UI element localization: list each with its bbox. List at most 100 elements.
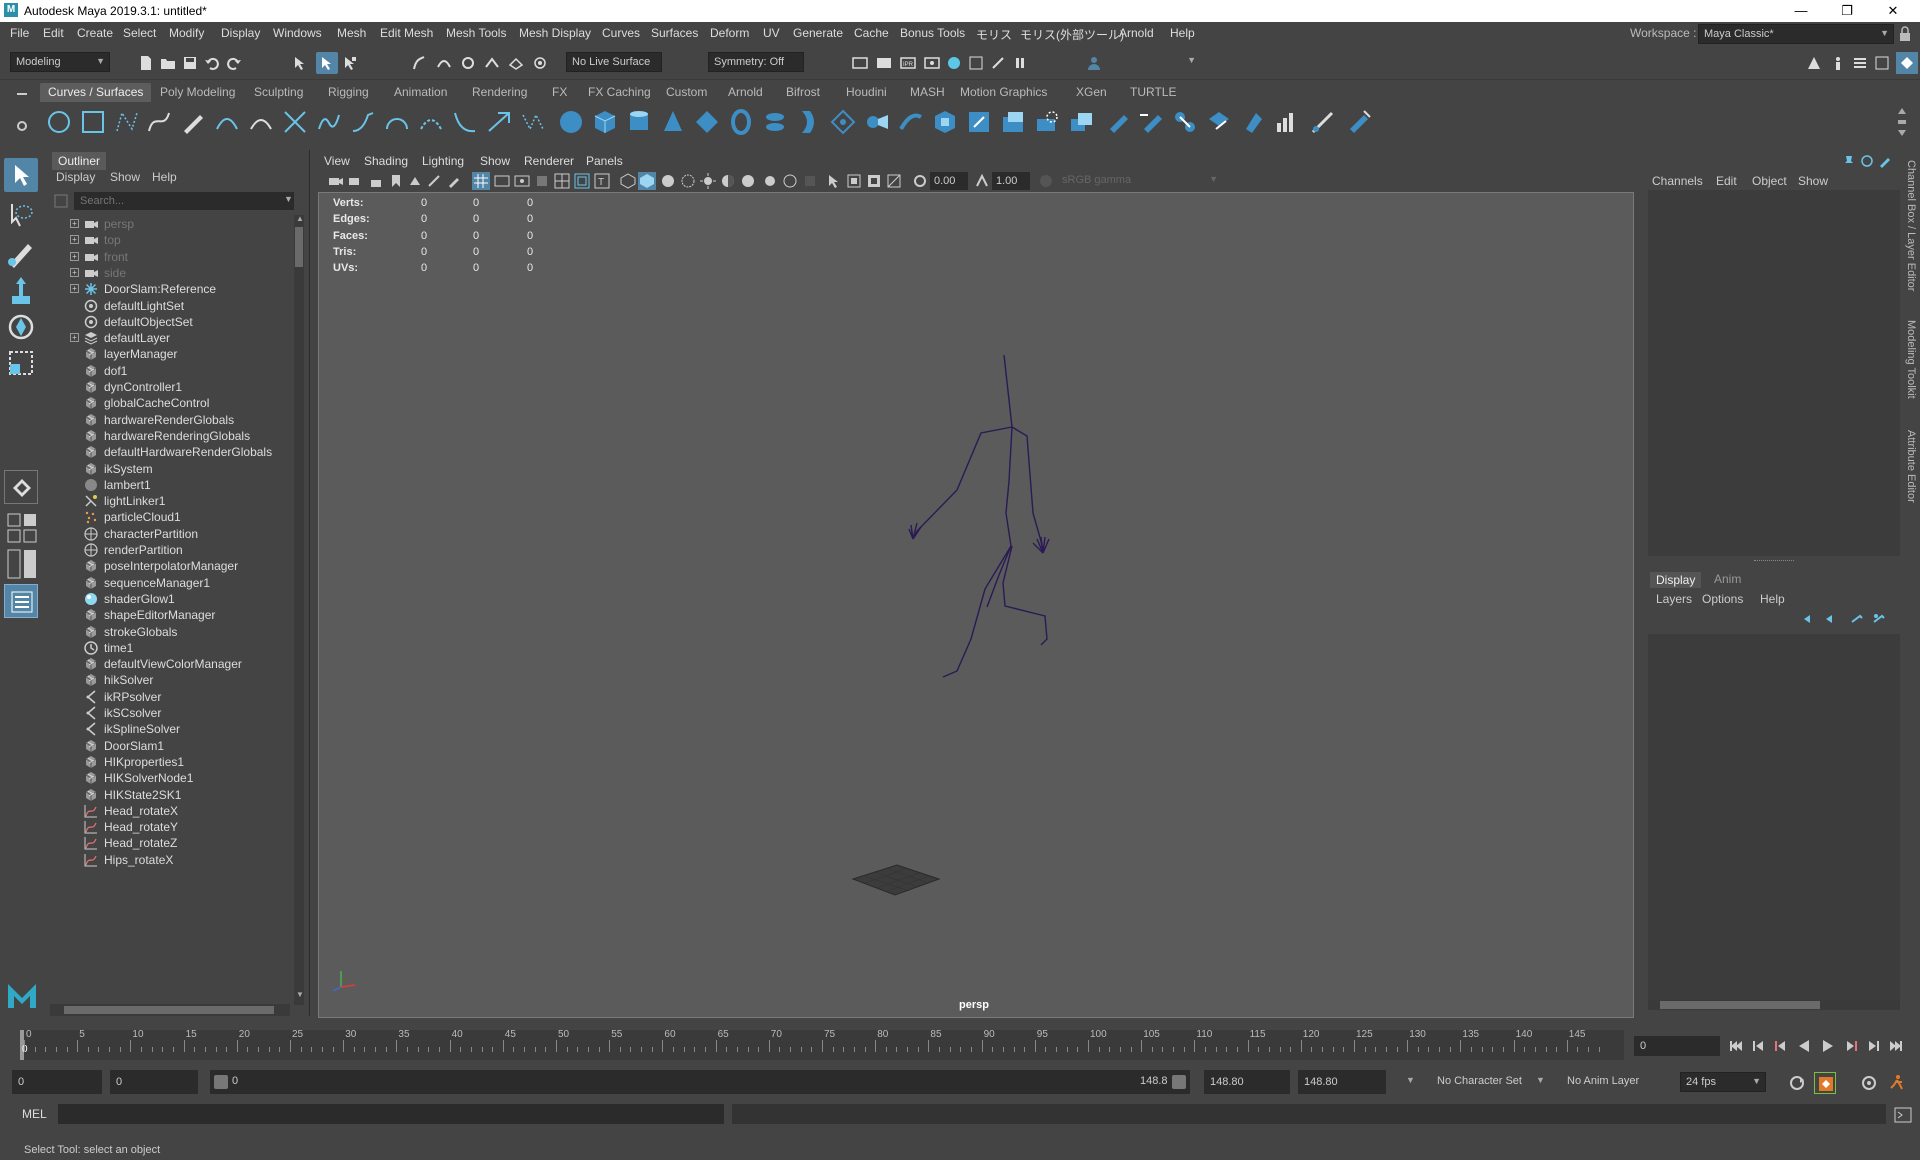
grease-pencil-icon[interactable] [446,173,462,189]
nurbs-plane-icon[interactable] [694,109,720,135]
menu-windows[interactable]: Windows [273,26,322,40]
current-frame-field[interactable] [1634,1036,1720,1056]
maximize-button[interactable]: ❐ [1824,0,1870,22]
shelf-tab-arnold[interactable]: Arnold [720,83,771,102]
new-scene-icon[interactable] [138,55,154,71]
side-tab-channel-box[interactable]: Channel Box / Layer Editor [1905,160,1917,291]
redo-icon[interactable] [226,55,242,71]
gate-mask-icon[interactable] [534,173,550,189]
layer-tab-anim[interactable]: Anim [1714,572,1741,586]
field-chart-icon[interactable] [554,173,570,189]
tool-settings-toggle-icon[interactable] [1874,55,1890,71]
expand-toggle-icon[interactable]: + [70,267,79,277]
shelf-tab-curves-surfaces[interactable]: Curves / Surfaces [40,83,152,102]
camera-attributes-icon[interactable] [328,173,344,189]
character-control-running-icon[interactable] [1888,1074,1906,1092]
new-layer-from-selection-icon[interactable] [1872,612,1886,626]
step-forward-frame-icon[interactable] [1866,1038,1882,1054]
untrim-icon[interactable] [1138,109,1164,135]
arc-curve-icon[interactable] [248,109,274,135]
lock-camera-icon[interactable] [368,173,384,189]
layer-menu-layers[interactable]: Layers [1656,592,1692,606]
shelf-scroll-arrows-icon[interactable] [1896,106,1908,138]
3d-viewport[interactable]: Verts: 0 0 0 Edges: 0 0 0 Faces: 0 0 0 Tris: 0 0 0 UVs: 0… [318,192,1634,1018]
render-frame-icon[interactable] [876,55,892,71]
channel-box-edit-icon[interactable] [1878,154,1892,168]
render-view-icon[interactable] [852,55,868,71]
modeling-toolkit-toggle-icon[interactable] [1806,55,1822,71]
detach-surfaces-icon[interactable] [1206,109,1232,135]
menu-arnold[interactable]: Arnold [1119,26,1154,40]
xray-joints-icon[interactable] [866,173,882,189]
outliner-menu-show[interactable]: Show [110,170,140,184]
select-objects-mode-button[interactable] [316,52,338,74]
channel-box-menu-channels[interactable]: Channels [1652,174,1703,188]
xray-icon[interactable] [846,173,862,189]
ground-plane[interactable] [851,864,941,896]
menu-uv[interactable]: UV [763,26,780,40]
select-component-icon[interactable] [342,55,358,71]
play-forwards-icon[interactable] [1820,1038,1836,1054]
safe-action-icon[interactable] [574,173,590,189]
isolate-select-icon[interactable] [826,173,842,189]
shelf-tab-xgen[interactable]: XGen [1068,83,1115,102]
anim-layer-dropdown[interactable]: ▼ No Anim Layer [1536,1072,1662,1092]
script-language-toggle[interactable]: MEL [22,1107,47,1121]
hypershade-icon[interactable] [946,55,962,71]
character-controls-toggle-icon[interactable] [1830,55,1846,71]
close-button[interactable]: ✕ [1870,0,1916,22]
sculpt-geometry-icon[interactable] [1310,109,1336,135]
shelf-tab-mash[interactable]: MASH [902,83,953,102]
smooth-curve-icon[interactable] [520,109,546,135]
shelf-tab-rigging[interactable]: Rigging [320,83,377,102]
shadows-icon[interactable] [720,173,736,189]
nurbs-cone-icon[interactable] [660,109,686,135]
viewport-menu-shading[interactable]: Shading [364,154,408,168]
nurbs-cylinder-icon[interactable] [626,109,652,135]
play-backwards-icon[interactable] [1796,1038,1812,1054]
channel-box-display-icon[interactable] [1860,154,1874,168]
bezier-curve-icon[interactable] [214,109,240,135]
snap-view-icon[interactable] [484,55,500,71]
safe-title-icon[interactable]: T [594,173,610,189]
menu-edit[interactable]: Edit [43,26,64,40]
expand-toggle-icon[interactable]: + [70,219,79,228]
attach-curve-icon[interactable] [316,109,342,135]
rebuild-surface-icon[interactable] [1346,109,1372,135]
shelf-tab-poly-modeling[interactable]: Poly Modeling [152,83,243,102]
render-setup-icon[interactable] [968,55,984,71]
character-set-dropdown[interactable]: ▼ No Character Set [1406,1072,1532,1092]
layer-menu-help[interactable]: Help [1760,592,1785,606]
animation-end-field[interactable] [1298,1070,1386,1094]
move-layer-down-icon[interactable] [1824,612,1838,626]
lock-icon[interactable] [1898,26,1912,42]
outliner-item[interactable]: Hips_rotateX [46,850,292,870]
layer-menu-options[interactable]: Options [1702,592,1743,606]
snap-grid-icon[interactable] [412,55,428,71]
menu-modify[interactable]: Modify [169,26,204,40]
revolve-icon[interactable] [762,109,788,135]
ipr-render-icon[interactable]: IPR [900,55,916,71]
user-account-icon[interactable] [1086,55,1102,71]
timeline-track[interactable]: 0 05101520253035404550556065707580859095… [20,1029,1624,1060]
shelf-tab-fx-caching[interactable]: FX Caching [580,83,659,102]
outliner-menu-display[interactable]: Display [56,170,95,184]
channel-box-toggle-button[interactable] [1896,52,1918,74]
outliner-menu-help[interactable]: Help [152,170,177,184]
minimize-button[interactable]: — [1778,0,1824,22]
step-back-frame-icon[interactable] [1750,1038,1766,1054]
step-back-key-icon[interactable] [1772,1038,1788,1054]
menu-select[interactable]: Select [123,26,156,40]
move-layer-up-icon[interactable] [1802,612,1816,626]
extrude-icon[interactable] [864,109,890,135]
expand-toggle-icon[interactable]: + [70,333,79,343]
expand-toggle-icon[interactable]: + [70,284,79,294]
viewport-menu-view[interactable]: View [324,154,350,168]
filter-icon[interactable] [54,194,68,208]
symmetry-dropdown[interactable]: Symmetry: Off [708,52,804,72]
scrollbar-thumb[interactable] [295,227,303,267]
xray-components-icon[interactable] [886,173,902,189]
script-editor-icon[interactable] [1894,1106,1912,1124]
gamma-field[interactable] [992,172,1030,190]
snap-surface-icon[interactable] [508,55,524,71]
